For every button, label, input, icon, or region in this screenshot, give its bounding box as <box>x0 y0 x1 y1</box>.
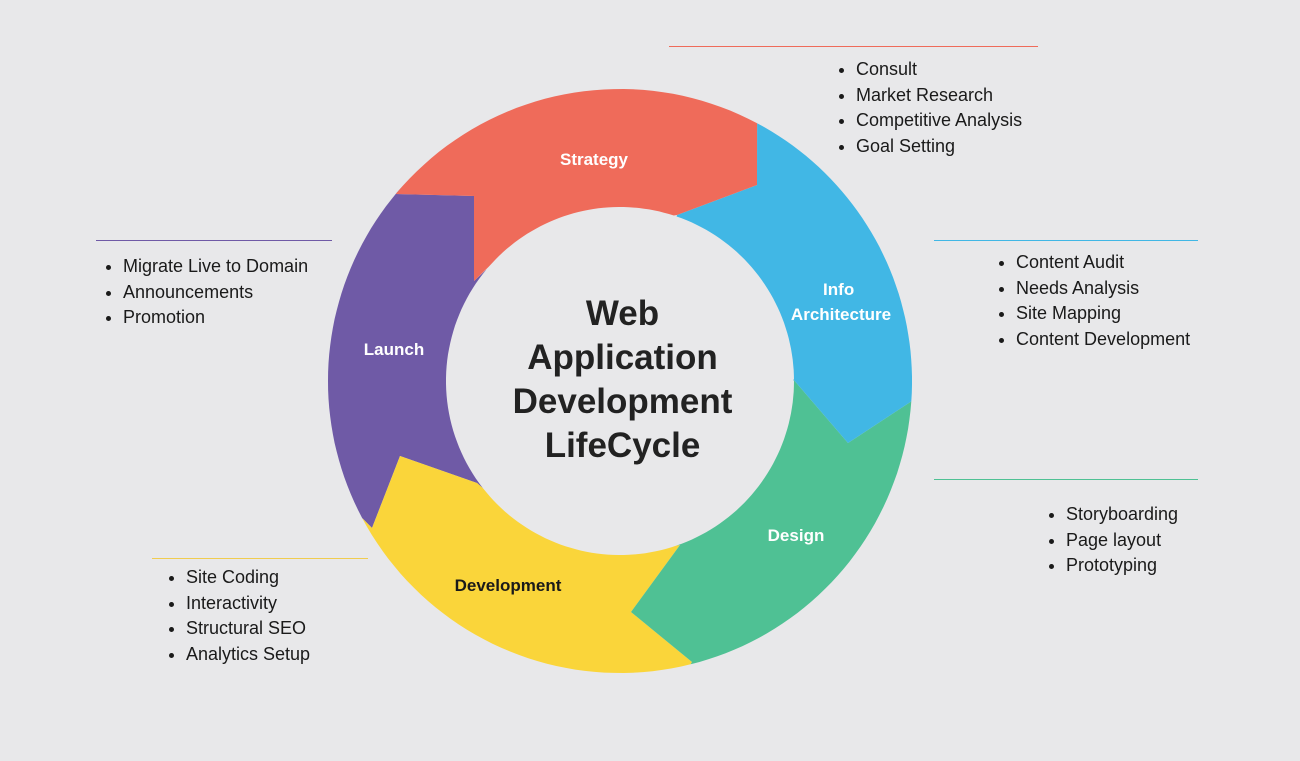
list-item: Interactivity <box>166 591 310 617</box>
strategy-items: Consult Market Research Competitive Anal… <box>836 57 1022 159</box>
development-divider <box>152 558 368 559</box>
label-design: Design <box>768 526 825 545</box>
design-items: Storyboarding Page layout Prototyping <box>1046 502 1178 579</box>
list-item: Promotion <box>103 305 308 331</box>
list-item: Structural SEO <box>166 616 310 642</box>
label-launch: Launch <box>364 340 424 359</box>
launch-items: Migrate Live to Domain Announcements Pro… <box>103 254 308 331</box>
launch-divider <box>96 240 332 241</box>
list-item: Competitive Analysis <box>836 108 1022 134</box>
list-item: Storyboarding <box>1046 502 1178 528</box>
segment-development[interactable] <box>362 456 692 673</box>
title-line: LifeCycle <box>544 426 701 465</box>
title-line: Application <box>527 338 718 377</box>
list-item: Content Development <box>996 327 1190 353</box>
list-item: Analytics Setup <box>166 642 310 668</box>
list-item: Announcements <box>103 280 308 306</box>
list-item: Site Coding <box>166 565 310 591</box>
list-item: Site Mapping <box>996 301 1190 327</box>
strategy-divider <box>669 46 1038 47</box>
info-architecture-items: Content Audit Needs Analysis Site Mappin… <box>996 250 1190 352</box>
list-item: Content Audit <box>996 250 1190 276</box>
list-item: Migrate Live to Domain <box>103 254 308 280</box>
diagram-title: Web Application Development LifeCycle <box>470 292 775 468</box>
title-line: Development <box>512 382 733 421</box>
list-item: Goal Setting <box>836 134 1022 160</box>
info-architecture-divider <box>934 240 1198 241</box>
list-item: Needs Analysis <box>996 276 1190 302</box>
title-line: Web <box>585 294 660 333</box>
development-items: Site Coding Interactivity Structural SEO… <box>166 565 310 667</box>
label-strategy: Strategy <box>560 150 629 169</box>
list-item: Consult <box>836 57 1022 83</box>
design-divider <box>934 479 1198 480</box>
list-item: Market Research <box>836 83 1022 109</box>
list-item: Prototyping <box>1046 553 1178 579</box>
list-item: Page layout <box>1046 528 1178 554</box>
label-development: Development <box>455 576 562 595</box>
